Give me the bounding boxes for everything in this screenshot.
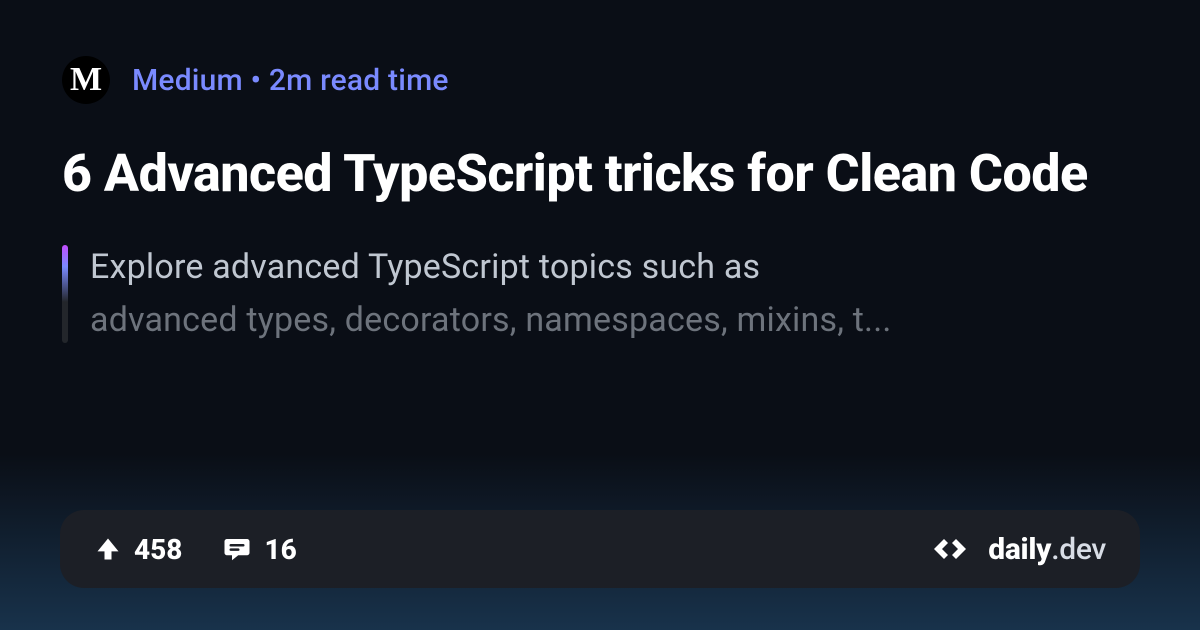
meta-row: M Medium • 2m read time <box>62 56 1138 104</box>
description-line-2: advanced types, decorators, namespaces, … <box>90 294 1138 347</box>
source-avatar[interactable]: M <box>62 56 110 104</box>
comment-stat[interactable]: 16 <box>222 533 296 566</box>
article-title[interactable]: 6 Advanced TypeScript tricks for Clean C… <box>62 142 1138 205</box>
brand-name: daily <box>988 532 1051 567</box>
upvote-icon <box>94 535 122 563</box>
accent-bar <box>62 245 68 342</box>
brand-suffix: .dev <box>1051 532 1106 567</box>
card-container: M Medium • 2m read time 6 Advanced TypeS… <box>0 0 1200 630</box>
comment-icon <box>222 534 252 564</box>
meta-text: Medium • 2m read time <box>132 63 449 98</box>
brand-text: daily.dev <box>988 532 1106 567</box>
footer-bar: 458 16 dai <box>60 510 1140 588</box>
brand-logo[interactable]: daily.dev <box>928 532 1106 567</box>
source-name: Medium <box>132 63 243 98</box>
read-time: 2m read time <box>269 63 449 98</box>
source-avatar-letter: M <box>70 63 102 97</box>
comment-count: 16 <box>264 533 296 566</box>
description-block: Explore advanced TypeScript topics such … <box>62 241 1138 346</box>
stats-group: 458 16 <box>94 533 297 566</box>
upvote-count: 458 <box>134 533 182 566</box>
article-description: Explore advanced TypeScript topics such … <box>90 241 1138 346</box>
brand-icon <box>928 533 972 565</box>
description-line-1: Explore advanced TypeScript topics such … <box>90 241 1138 294</box>
upvote-stat[interactable]: 458 <box>94 533 182 566</box>
meta-separator: • <box>243 63 269 98</box>
